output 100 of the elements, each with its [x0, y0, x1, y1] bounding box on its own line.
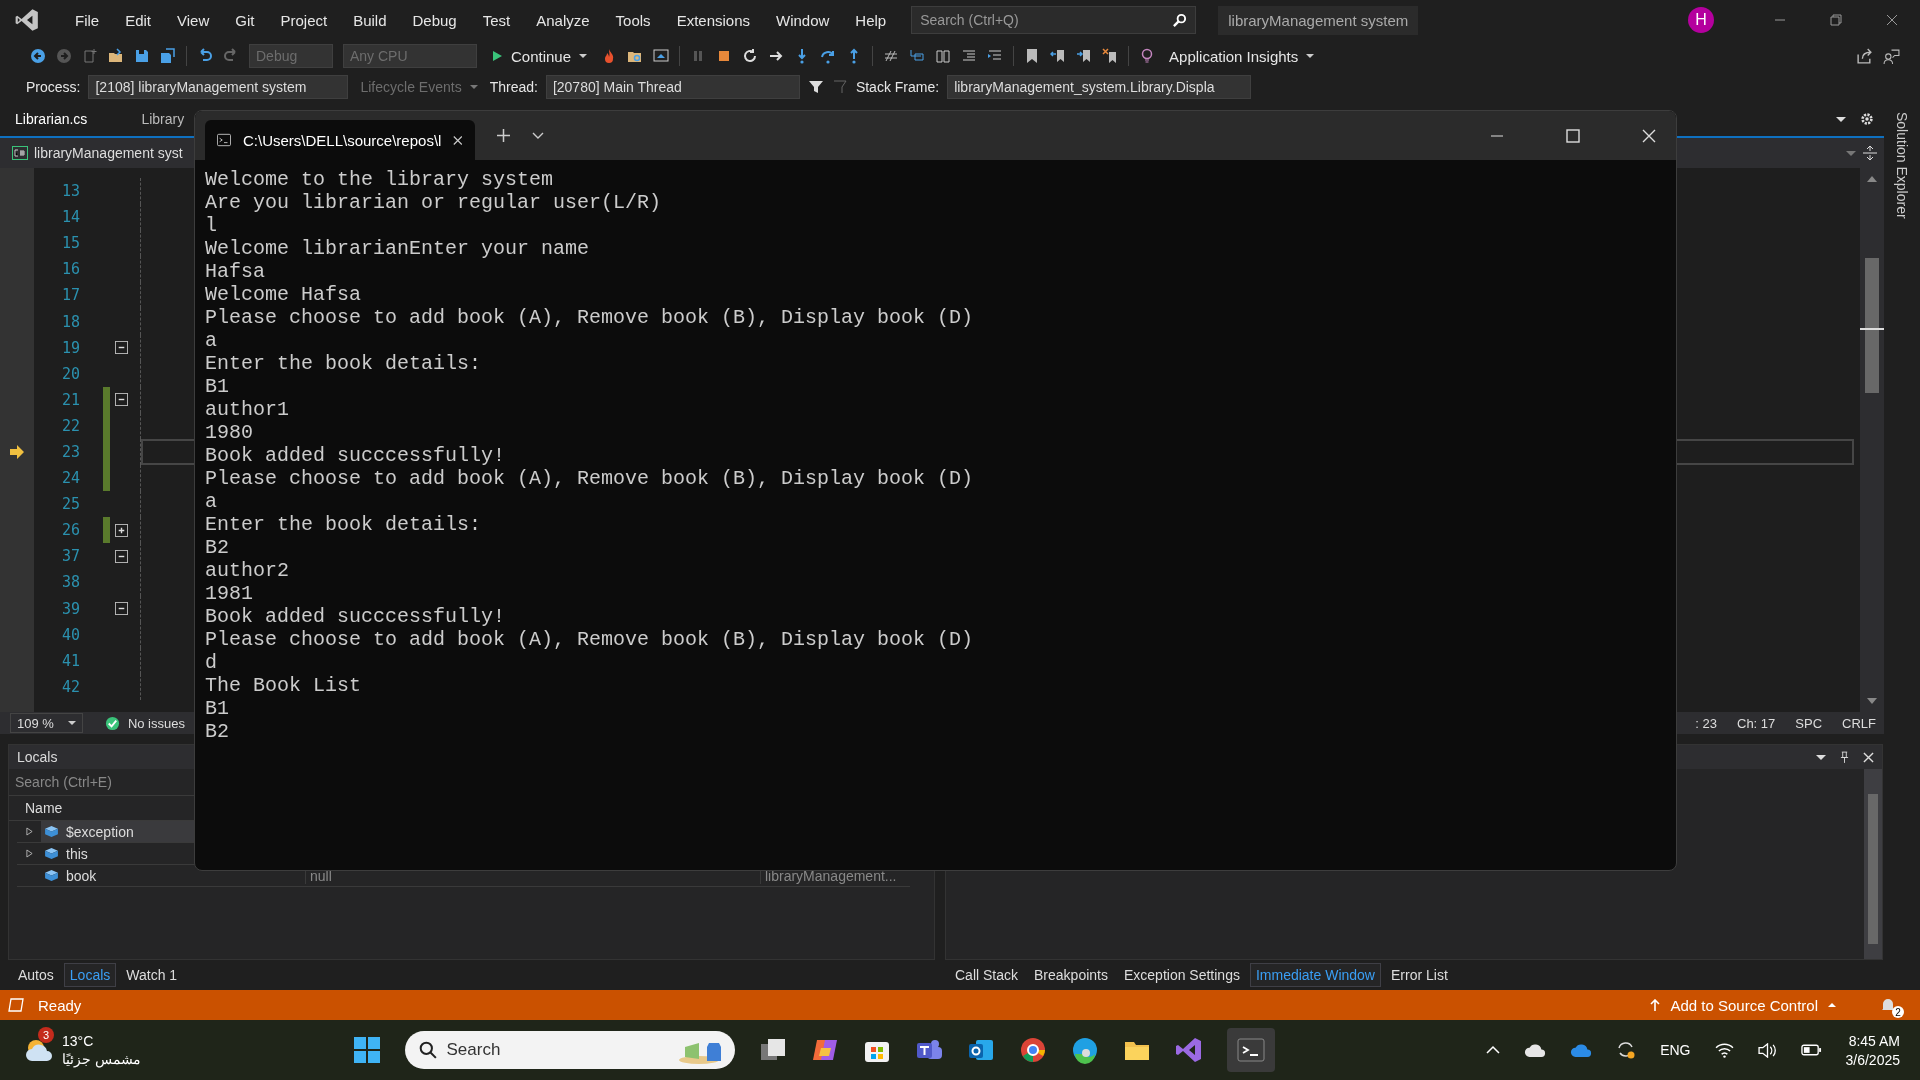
- menu-item[interactable]: Analyze: [523, 11, 603, 29]
- close-icon[interactable]: [453, 134, 463, 146]
- chevron-down-icon[interactable]: [532, 131, 544, 140]
- thread-dropdown[interactable]: [20780] Main Thread: [545, 75, 800, 99]
- terminal-tab[interactable]: C:\Users\DELL\source\repos\l: [205, 120, 475, 160]
- scrollbar[interactable]: [1864, 769, 1882, 959]
- panel-tab[interactable]: Exception Settings: [1117, 963, 1246, 987]
- zoom-dropdown[interactable]: 109 %: [10, 713, 83, 733]
- bell-icon[interactable]: [1880, 997, 1896, 1013]
- document-tab[interactable]: Librarian.cs: [15, 111, 88, 127]
- scroll-down-icon[interactable]: [1867, 698, 1877, 704]
- menu-item[interactable]: Build: [340, 11, 400, 29]
- open-folder-icon[interactable]: [108, 48, 124, 64]
- panel-tab[interactable]: Autos: [12, 963, 60, 987]
- visual-studio-icon[interactable]: [1174, 1036, 1203, 1064]
- process-dropdown[interactable]: [2108] libraryManagement system: [88, 75, 349, 99]
- column-header[interactable]: Name: [25, 800, 63, 816]
- back-icon[interactable]: [30, 48, 46, 64]
- wifi-icon[interactable]: [1714, 1042, 1734, 1058]
- indent-icon[interactable]: [961, 48, 978, 64]
- collapse-icon[interactable]: [114, 549, 128, 563]
- settings-icon[interactable]: [1860, 112, 1874, 126]
- new-tab-icon[interactable]: [497, 129, 510, 142]
- chevron-up-icon[interactable]: [1486, 1045, 1501, 1055]
- volume-icon[interactable]: [1757, 1042, 1777, 1058]
- menu-item[interactable]: Tools: [602, 11, 664, 29]
- clock-date[interactable]: 3/6/2025: [1845, 1051, 1900, 1068]
- start-button[interactable]: [352, 1036, 381, 1064]
- column-position[interactable]: Ch: 17: [1737, 715, 1776, 731]
- redo-icon[interactable]: [223, 48, 239, 64]
- panel-tab[interactable]: Immediate Window: [1249, 963, 1381, 987]
- maximize-icon[interactable]: [1566, 128, 1580, 143]
- menu-item[interactable]: View: [164, 11, 223, 29]
- search-icon[interactable]: [1172, 12, 1188, 28]
- line-ending[interactable]: CRLF: [1842, 715, 1876, 731]
- dropdown-icon[interactable]: [1816, 752, 1826, 762]
- temperature[interactable]: 13°C: [62, 1033, 94, 1049]
- menu-item[interactable]: File: [62, 11, 113, 29]
- restore-icon[interactable]: [1830, 14, 1842, 26]
- hex-icon[interactable]: [883, 48, 900, 64]
- thread-icon[interactable]: [909, 48, 926, 64]
- step-over-icon[interactable]: [820, 48, 837, 64]
- project-dropdown[interactable]: libraryManagement syst: [34, 145, 183, 161]
- collapse-icon[interactable]: [114, 393, 128, 407]
- scroll-up-icon[interactable]: [1867, 176, 1877, 182]
- weather-icon[interactable]: [24, 1037, 54, 1063]
- issues-status[interactable]: No issues: [127, 715, 185, 731]
- columns-icon[interactable]: [935, 48, 952, 64]
- search-field[interactable]: Search (Ctrl+Q): [911, 6, 1197, 34]
- menu-item[interactable]: Window: [763, 11, 843, 29]
- screenshot-icon[interactable]: [653, 48, 670, 64]
- save-all-icon[interactable]: [160, 48, 176, 64]
- clear-bookmarks-icon[interactable]: [1102, 48, 1119, 64]
- stack-frame-dropdown[interactable]: libraryManagement_system.Library.Displa: [947, 75, 1252, 99]
- collapse-icon[interactable]: [114, 341, 128, 355]
- share-icon[interactable]: [1856, 47, 1873, 65]
- battery-icon[interactable]: [1800, 1044, 1822, 1056]
- continue-button[interactable]: Continue: [487, 47, 592, 65]
- save-icon[interactable]: [134, 48, 150, 64]
- expand-icon[interactable]: [25, 827, 33, 836]
- menu-item[interactable]: Test: [469, 11, 524, 29]
- line-position[interactable]: : 23: [1695, 715, 1717, 731]
- language-indicator[interactable]: ENG: [1660, 1042, 1691, 1058]
- search-input[interactable]: Search: [444, 1039, 599, 1061]
- expand-icon[interactable]: [114, 523, 128, 537]
- solution-explorer-tab[interactable]: Solution Explorer: [1894, 112, 1910, 219]
- menu-item[interactable]: Extensions: [663, 11, 763, 29]
- menu-item[interactable]: Debug: [399, 11, 470, 29]
- menu-item[interactable]: Help: [842, 11, 900, 29]
- panel-tab[interactable]: Locals: [63, 963, 117, 987]
- document-tab[interactable]: Library: [141, 111, 185, 127]
- avatar[interactable]: H: [1688, 7, 1714, 33]
- menu-item[interactable]: Project: [267, 11, 341, 29]
- source-control-button[interactable]: Add to Source Control: [1644, 995, 1842, 1015]
- panel-tab[interactable]: Call Stack: [949, 963, 1025, 987]
- collapse-icon[interactable]: [114, 602, 128, 616]
- feedback-icon[interactable]: [1883, 47, 1900, 65]
- split-icon[interactable]: [1862, 145, 1878, 161]
- next-bookmark-icon[interactable]: [1076, 48, 1093, 64]
- sync-icon[interactable]: [1616, 1040, 1637, 1060]
- expand-icon[interactable]: [25, 849, 33, 858]
- panel-tab[interactable]: Error List: [1385, 963, 1454, 987]
- restart-icon[interactable]: [742, 48, 759, 64]
- cloud-icon[interactable]: [1524, 1042, 1547, 1058]
- variable-name[interactable]: book: [17, 865, 195, 886]
- filter-icon[interactable]: [807, 79, 824, 95]
- menu-item[interactable]: Git: [222, 11, 268, 29]
- search-field[interactable]: Search: [404, 1031, 735, 1069]
- menu-item[interactable]: Edit: [112, 11, 165, 29]
- scroll-thumb[interactable]: [1865, 258, 1879, 393]
- close-icon[interactable]: [1886, 14, 1898, 26]
- search-input[interactable]: Search (Ctrl+Q): [912, 7, 1173, 33]
- previous-bookmark-icon[interactable]: [1050, 48, 1067, 64]
- browser-icon[interactable]: [1070, 1036, 1099, 1064]
- variable-name[interactable]: this: [17, 843, 195, 864]
- pin-icon[interactable]: [1840, 750, 1849, 764]
- dropdown-icon[interactable]: [1836, 114, 1846, 124]
- browser-icon[interactable]: [1018, 1036, 1047, 1064]
- clock-time[interactable]: 8:45 AM: [1848, 1032, 1900, 1049]
- undo-icon[interactable]: [197, 48, 213, 64]
